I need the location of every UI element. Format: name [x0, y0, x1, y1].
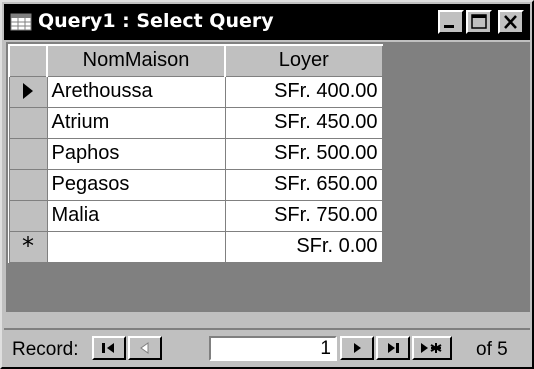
loyer-cell[interactable]: SFr. 0.00	[224, 230, 383, 263]
maximize-icon	[471, 14, 487, 29]
table-row: Pegasos SFr. 650.00	[8, 168, 383, 201]
select-all-corner[interactable]	[8, 44, 48, 77]
next-record-button[interactable]	[340, 336, 374, 360]
new-record-button[interactable]	[412, 336, 452, 360]
new-record-marker: *	[22, 231, 34, 260]
first-record-icon	[102, 343, 114, 353]
loyer-cell[interactable]: SFr. 650.00	[224, 168, 383, 201]
column-header-nommaison[interactable]: NomMaison	[46, 44, 226, 77]
last-record-icon	[388, 343, 399, 353]
row-selector[interactable]	[8, 199, 48, 232]
nommaison-cell[interactable]	[46, 230, 226, 263]
row-selector[interactable]	[8, 75, 48, 108]
new-record-row: * SFr. 0.00	[8, 230, 383, 263]
datasheet-grid: NomMaison Loyer Arethoussa SFr. 400.00 A…	[8, 44, 383, 263]
query-datasheet-icon	[10, 13, 32, 31]
close-icon	[504, 15, 517, 29]
row-selector[interactable]	[8, 137, 48, 170]
first-record-button[interactable]	[92, 336, 126, 360]
last-record-button[interactable]	[376, 336, 410, 360]
record-navigator: Record: of 5	[4, 328, 530, 365]
previous-record-button[interactable]	[128, 336, 162, 360]
new-record-selector[interactable]: *	[8, 230, 48, 263]
current-record-arrow-icon	[23, 82, 33, 99]
nommaison-cell[interactable]: Arethoussa	[46, 75, 226, 108]
nommaison-cell[interactable]: Atrium	[46, 106, 226, 139]
next-record-icon	[354, 343, 361, 353]
record-number-input[interactable]	[209, 336, 337, 361]
loyer-cell[interactable]: SFr. 450.00	[224, 106, 383, 139]
previous-record-icon	[140, 342, 149, 354]
table-row: Arethoussa SFr. 400.00	[8, 75, 383, 108]
title-bar[interactable]: Query1 : Select Query	[4, 4, 530, 40]
loyer-cell[interactable]: SFr. 500.00	[224, 137, 383, 170]
new-record-icon	[421, 343, 442, 353]
loyer-cell[interactable]: SFr. 750.00	[224, 199, 383, 232]
loyer-cell[interactable]: SFr. 400.00	[224, 75, 383, 108]
table-row: Atrium SFr. 450.00	[8, 106, 383, 139]
minimize-icon	[444, 25, 454, 28]
nommaison-cell[interactable]: Malia	[46, 199, 226, 232]
row-selector[interactable]	[8, 168, 48, 201]
record-label: Record:	[12, 339, 79, 360]
table-row: Malia SFr. 750.00	[8, 199, 383, 232]
query-window: Query1 : Select Query NomMaison Loyer Ar…	[0, 0, 534, 369]
nommaison-cell[interactable]: Pegasos	[46, 168, 226, 201]
header-row: NomMaison Loyer	[8, 44, 383, 77]
table-row: Paphos SFr. 500.00	[8, 137, 383, 170]
datasheet-area: NomMaison Loyer Arethoussa SFr. 400.00 A…	[6, 42, 530, 312]
nommaison-cell[interactable]: Paphos	[46, 137, 226, 170]
record-count-label: of 5	[476, 339, 508, 360]
minimize-button[interactable]	[438, 10, 464, 34]
row-selector[interactable]	[8, 106, 48, 139]
window-title: Query1 : Select Query	[38, 10, 274, 32]
maximize-button[interactable]	[466, 10, 492, 34]
close-button[interactable]	[498, 10, 524, 34]
column-header-loyer[interactable]: Loyer	[224, 44, 383, 77]
